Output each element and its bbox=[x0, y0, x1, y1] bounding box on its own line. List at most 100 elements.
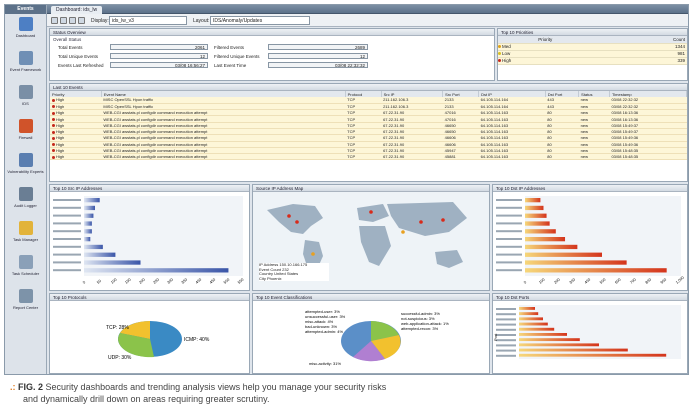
filtered-unique-value: 12 bbox=[268, 53, 368, 59]
sidebar-item[interactable]: Report Center bbox=[5, 286, 46, 320]
cell-text: High bbox=[56, 97, 65, 103]
priorities-table: Priority Count Med 1344 Low 981 High 339 bbox=[498, 36, 687, 65]
bar-label bbox=[496, 349, 516, 352]
priority-dot bbox=[498, 45, 501, 49]
display-select[interactable]: ids_lw_v3 bbox=[109, 16, 187, 25]
cell-text: 67.22.31.90 bbox=[383, 110, 405, 116]
bar-label bbox=[53, 206, 81, 209]
dst-ports-chart: Port bbox=[493, 305, 681, 359]
cell-text: 45881 bbox=[444, 154, 456, 160]
bar bbox=[525, 237, 566, 242]
settings-icon[interactable] bbox=[78, 17, 85, 24]
axis-tick: 500 bbox=[223, 278, 230, 285]
map-title: Source IP Address Map bbox=[253, 185, 489, 192]
cell-text: 67.22.31.90 bbox=[383, 129, 405, 135]
home-icon[interactable] bbox=[51, 17, 58, 24]
bar bbox=[525, 205, 544, 211]
axis-tick: 900 bbox=[660, 278, 667, 285]
sidebar-header[interactable]: Events bbox=[5, 5, 46, 14]
cell-text: TCP bbox=[347, 97, 356, 103]
caption-text: Security dashboards and trending analysi… bbox=[45, 382, 387, 392]
sidebar-item[interactable]: Task Scheduler bbox=[5, 252, 46, 286]
sidebar-item-label: Vulnerability Experts bbox=[7, 169, 44, 174]
cell-text: 64.105.114.163 bbox=[480, 116, 509, 122]
cell-text: 80 bbox=[547, 154, 552, 160]
cell-text: new bbox=[580, 129, 588, 135]
sidebar-item[interactable]: Task Manager bbox=[5, 218, 46, 252]
dashboard-icon bbox=[18, 17, 33, 31]
cell-text: TCP bbox=[347, 135, 356, 141]
priority-count: 1344 bbox=[592, 43, 687, 51]
cell-text: new bbox=[580, 122, 588, 128]
sidebar-item[interactable]: Event Framework bbox=[5, 48, 46, 82]
tcp-label: TCP: 28% bbox=[106, 325, 129, 331]
cell-text: new bbox=[580, 154, 588, 160]
cell-text: 67.22.31.90 bbox=[383, 141, 405, 147]
dashboard-tab[interactable]: Dashboard: ids_lw bbox=[51, 6, 103, 14]
map-marker bbox=[441, 218, 445, 222]
sidebar-item[interactable]: Dashboard bbox=[5, 14, 46, 48]
count-col-header[interactable]: Count bbox=[592, 36, 687, 44]
cell-text: 46650 bbox=[444, 129, 456, 135]
map-marker bbox=[295, 220, 299, 224]
cell-text: WEB-CGI awstats.pl configdir command exe… bbox=[103, 135, 208, 141]
cell-text: TCP bbox=[347, 122, 356, 128]
cell-text: High bbox=[56, 154, 65, 160]
axis-tick: 100 bbox=[110, 278, 117, 285]
sidebar-item-label: Firewall bbox=[18, 135, 33, 140]
bar bbox=[519, 327, 555, 331]
priority-row[interactable]: Low 981 bbox=[498, 50, 687, 58]
high-priority-icon bbox=[52, 105, 55, 109]
bar-label bbox=[53, 222, 81, 225]
cell-text: 443 bbox=[547, 103, 554, 109]
cell-text: 64.105.114.163 bbox=[480, 110, 509, 116]
bar-label bbox=[53, 199, 81, 201]
cell-text: 64.105.114.164 bbox=[480, 103, 509, 109]
bar-label bbox=[496, 328, 516, 331]
bar bbox=[525, 221, 550, 226]
bar-label bbox=[53, 261, 81, 264]
bar bbox=[84, 213, 94, 218]
bar bbox=[525, 260, 627, 265]
bar bbox=[525, 244, 578, 250]
bar-label bbox=[496, 253, 522, 256]
classifications-pie: attempted-user: 3%unsuccessful-user: 3%m… bbox=[305, 309, 449, 366]
layout-select[interactable]: IDS/Anomaly/Updates bbox=[210, 16, 310, 25]
sidebar-item[interactable]: IDS bbox=[5, 82, 46, 116]
table-row[interactable]: High WEB-CGI awstats.pl configdir command… bbox=[50, 153, 687, 161]
table-cell: TCP bbox=[345, 153, 382, 161]
sidebar-item[interactable]: Audit Logger bbox=[5, 184, 46, 218]
table-cell: 45881 bbox=[442, 153, 479, 161]
priority-count: 339 bbox=[592, 57, 687, 65]
priority-row[interactable]: Med 1344 bbox=[498, 43, 687, 51]
cell-text: WEB-CGI awstats.pl configdir command exe… bbox=[103, 141, 208, 147]
bar bbox=[84, 198, 100, 203]
bar-label bbox=[496, 339, 516, 342]
filtered-events-label: Filtered Events bbox=[214, 45, 245, 50]
priority-row[interactable]: High 339 bbox=[498, 57, 687, 65]
axis-tick: 200 bbox=[553, 278, 560, 285]
priority-name: Low bbox=[502, 51, 511, 56]
figure-caption: .: FIG. 2 Security dashboards and trendi… bbox=[10, 381, 610, 405]
bar-label bbox=[496, 261, 522, 264]
table-cell: new bbox=[578, 153, 610, 161]
dst-ip-title: Top 10 Dst IP Addresses bbox=[493, 185, 687, 192]
table-cell: WEB-CGI awstats.pl configdir command exe… bbox=[101, 153, 346, 161]
classification-label: attempted-admin: 4% bbox=[305, 329, 343, 334]
bar-label bbox=[53, 253, 81, 256]
axis-tick: 100 bbox=[538, 278, 545, 285]
axis-tick: 450 bbox=[209, 278, 216, 285]
bar-label bbox=[496, 230, 522, 233]
map-tooltip: IP Address 150.10.166.175 Event Count 23… bbox=[259, 262, 329, 282]
priority-col-header[interactable]: Priority bbox=[498, 36, 593, 44]
sidebar-item[interactable]: Firewall bbox=[5, 116, 46, 150]
title-bar: Dashboard: ids_lw bbox=[47, 5, 688, 14]
protocols-panel: Top 10 Protocols TCP: 28% ICMP: 40% UDP:… bbox=[49, 293, 250, 374]
tip-city-label: City bbox=[259, 275, 266, 281]
priority-dot bbox=[498, 52, 501, 56]
save-icon[interactable] bbox=[69, 17, 76, 24]
bar bbox=[519, 338, 580, 342]
src-ip-title: Top 10 Src IP Addresses bbox=[50, 185, 249, 192]
refresh-icon[interactable] bbox=[60, 17, 67, 24]
sidebar-item[interactable]: Vulnerability Experts bbox=[5, 150, 46, 184]
